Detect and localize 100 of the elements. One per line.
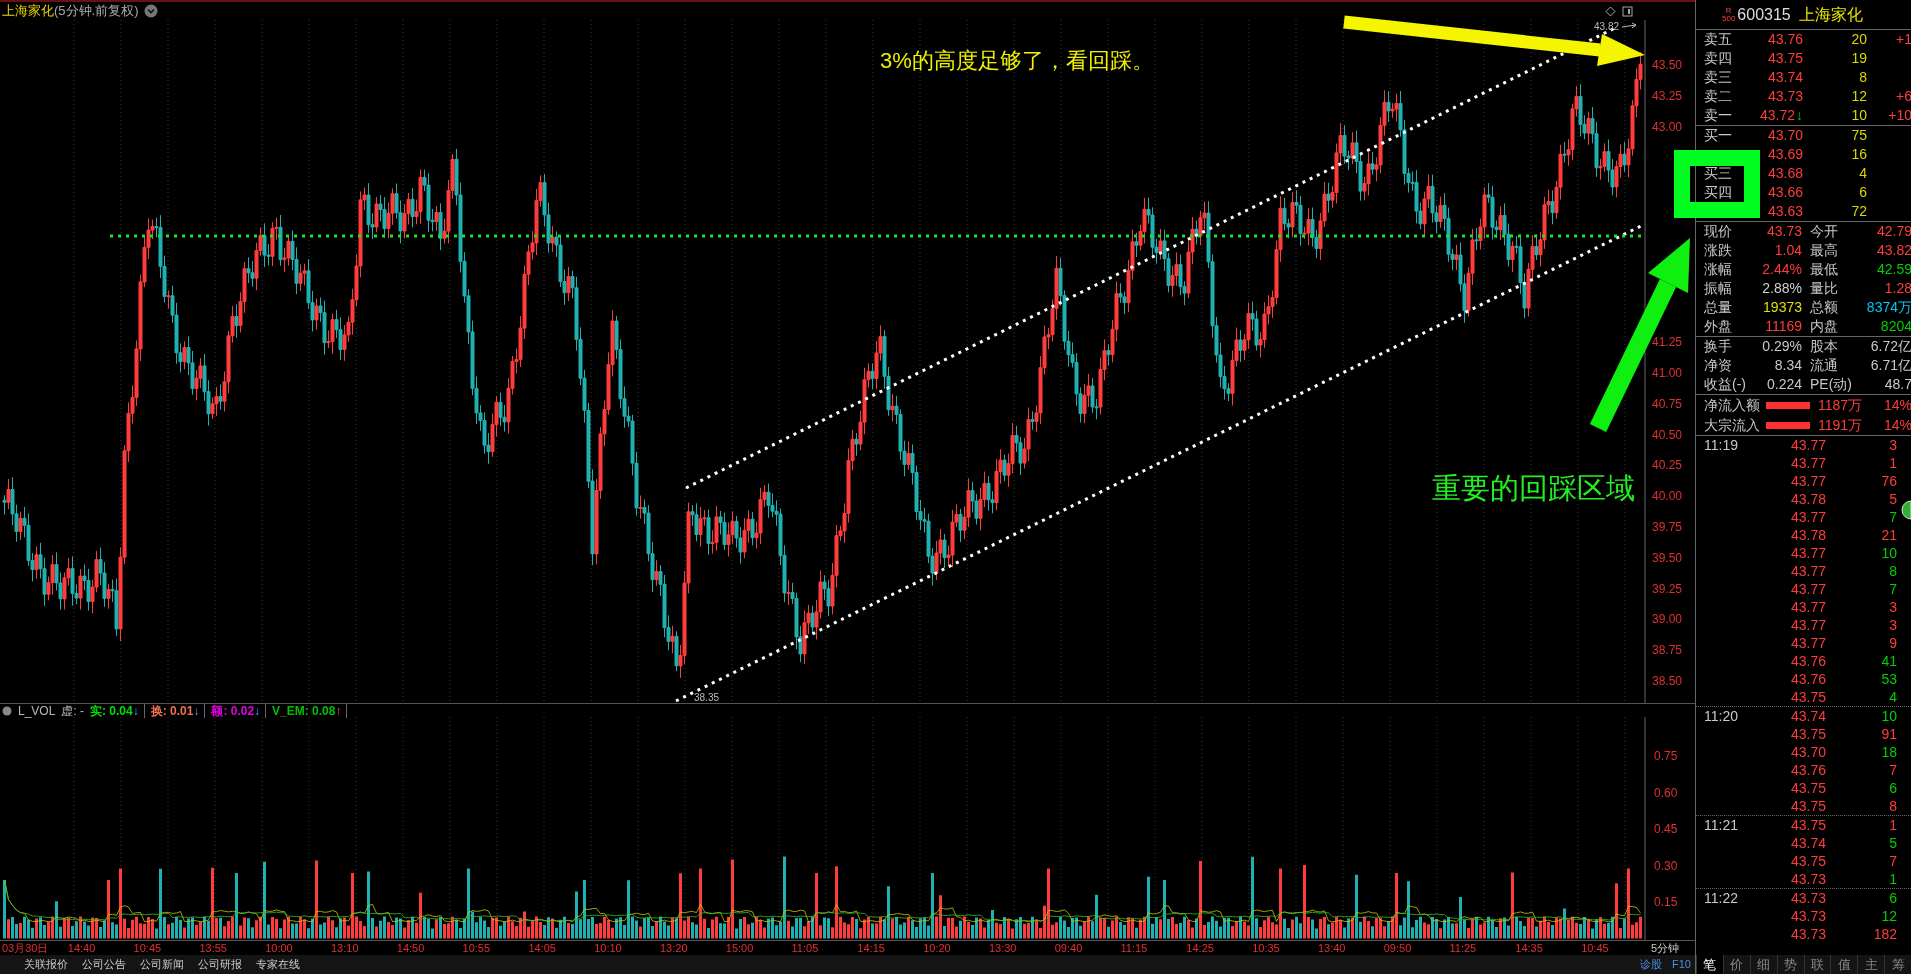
- trade-price: 43.77: [1789, 436, 1826, 454]
- side-tab[interactable]: 筹: [1884, 955, 1911, 974]
- time-label: 11:15: [1119, 941, 1149, 955]
- trade-price: 43.77: [1789, 454, 1826, 472]
- trade-price: 43.73: [1789, 925, 1826, 943]
- time-label: 11:05: [790, 941, 820, 955]
- quote-label: 流通: [1810, 356, 1839, 375]
- order-volume: 75: [1850, 126, 1867, 145]
- quote-value: 42.79: [1875, 222, 1911, 241]
- time-label: 13:20: [658, 941, 689, 955]
- trade-price: 43.75: [1789, 852, 1826, 870]
- panel-icon[interactable]: [1622, 5, 1633, 17]
- trade-price: 43.75: [1789, 797, 1826, 815]
- order-volume: 4: [1858, 164, 1867, 183]
- quote-label: 股本: [1810, 337, 1839, 356]
- floating-button[interactable]: [1901, 500, 1911, 520]
- axis-label: 40.00: [1652, 489, 1683, 504]
- side-tab[interactable]: 主: [1857, 955, 1885, 974]
- f10-link[interactable]: F10: [1672, 955, 1691, 974]
- quote-label: 最低: [1810, 260, 1839, 279]
- trade-price: 43.77: [1789, 544, 1826, 562]
- trade-price: 43.77: [1789, 616, 1826, 634]
- side-tab[interactable]: 价: [1722, 955, 1750, 974]
- time-label: 14:35: [1514, 941, 1544, 955]
- time-label: 14:40: [66, 941, 97, 955]
- bottom-link[interactable]: 公司公告: [82, 955, 126, 974]
- quote-label: 涨跌: [1704, 241, 1733, 260]
- order-label: 卖一: [1704, 106, 1733, 125]
- order-price: 43.74: [1767, 68, 1803, 87]
- axis-label: 39.50: [1652, 550, 1683, 565]
- trade-price: 43.74: [1789, 834, 1826, 852]
- order-change: +10: [1887, 106, 1911, 125]
- time-label: 09:50: [1382, 941, 1413, 955]
- order-price: 43.72: [1759, 106, 1795, 125]
- axis-label: 41.25: [1652, 335, 1683, 350]
- trade-time: 11:19: [1704, 436, 1739, 454]
- dropdown-icon[interactable]: [143, 4, 158, 18]
- trade-price: 43.75: [1789, 725, 1826, 743]
- order-price: 43.73: [1767, 87, 1803, 106]
- trade-price: 43.77: [1789, 472, 1826, 490]
- axis-label: 39.00: [1652, 612, 1683, 627]
- trade-price: 43.70: [1789, 743, 1826, 761]
- quote-value: 0.224: [1765, 375, 1802, 394]
- side-tab[interactable]: 细: [1749, 955, 1777, 974]
- trade-volume: 10: [1880, 707, 1897, 725]
- order-change: +6: [1895, 87, 1911, 106]
- time-label: 11:25: [1448, 941, 1478, 955]
- time-label: 10:45: [132, 941, 163, 955]
- bottom-link[interactable]: 关联报价: [24, 955, 68, 974]
- side-tab[interactable]: 笔: [1696, 955, 1723, 974]
- quote-value: 2.44%: [1761, 260, 1802, 279]
- trend-arrow: ↓: [132, 703, 139, 718]
- order-label: 买四: [1704, 183, 1733, 202]
- order-price: 43.68: [1767, 164, 1803, 183]
- order-volume: 16: [1850, 145, 1867, 164]
- trade-volume: 91: [1880, 725, 1897, 743]
- time-label: 10:35: [1251, 941, 1281, 955]
- trade-volume: 182: [1872, 925, 1897, 943]
- flow-amount: 1191万: [1816, 416, 1862, 435]
- quote-value: 6.72亿: [1869, 337, 1911, 356]
- trade-price: 43.76: [1789, 652, 1826, 670]
- trade-volume: 7: [1888, 761, 1897, 779]
- trade-volume: 1: [1888, 816, 1897, 834]
- axis-label: 0.30: [1654, 858, 1678, 873]
- side-tab[interactable]: 联: [1803, 955, 1831, 974]
- time-label: 10:20: [922, 941, 952, 955]
- indicator-name: L_VOL: [18, 703, 56, 718]
- stock-name: 上海家化: [1798, 4, 1863, 25]
- quote-value: 2.88%: [1761, 279, 1802, 298]
- trade-price: 43.76: [1789, 761, 1826, 779]
- bottom-link[interactable]: 公司新闻: [140, 955, 184, 974]
- annotation-text: 重要的回踩区域: [1432, 472, 1635, 504]
- bottom-link[interactable]: 公司研报: [198, 955, 242, 974]
- trade-price: 43.77: [1789, 508, 1826, 526]
- quote-value: 8204: [1879, 317, 1911, 336]
- indicator-value: 实: 0.04: [90, 703, 133, 718]
- indicator-mode: 虚: -: [61, 703, 85, 718]
- chart-subtitle: (5分钟.前复权): [54, 2, 139, 21]
- quote-label: 总额: [1810, 298, 1839, 317]
- order-label: 卖四: [1704, 49, 1733, 68]
- side-tab[interactable]: 值: [1830, 955, 1858, 974]
- order-volume: 10: [1850, 106, 1867, 125]
- bottom-link[interactable]: 专家在线: [256, 955, 300, 974]
- quote-value: 11169: [1764, 317, 1802, 336]
- quote-value: 0.29%: [1761, 337, 1802, 356]
- order-price: 43.63: [1767, 202, 1803, 221]
- diagnose-link[interactable]: 诊股: [1640, 955, 1663, 974]
- side-tab[interactable]: 势: [1776, 955, 1804, 974]
- trade-time: 11:20: [1704, 707, 1739, 725]
- axis-label: 0.15: [1654, 895, 1678, 909]
- quote-label: 涨幅: [1704, 260, 1733, 279]
- trade-volume: 21: [1880, 526, 1897, 544]
- order-price: 43.69: [1767, 145, 1803, 164]
- quote-label: 净资: [1704, 356, 1733, 375]
- diamond-icon[interactable]: [1605, 5, 1616, 17]
- trade-volume: 9: [1888, 634, 1897, 652]
- trade-volume: 4: [1888, 688, 1897, 706]
- flow-label: 大宗流入: [1704, 416, 1761, 435]
- quote-value: 43.82: [1875, 241, 1911, 260]
- order-volume: 20: [1850, 30, 1867, 49]
